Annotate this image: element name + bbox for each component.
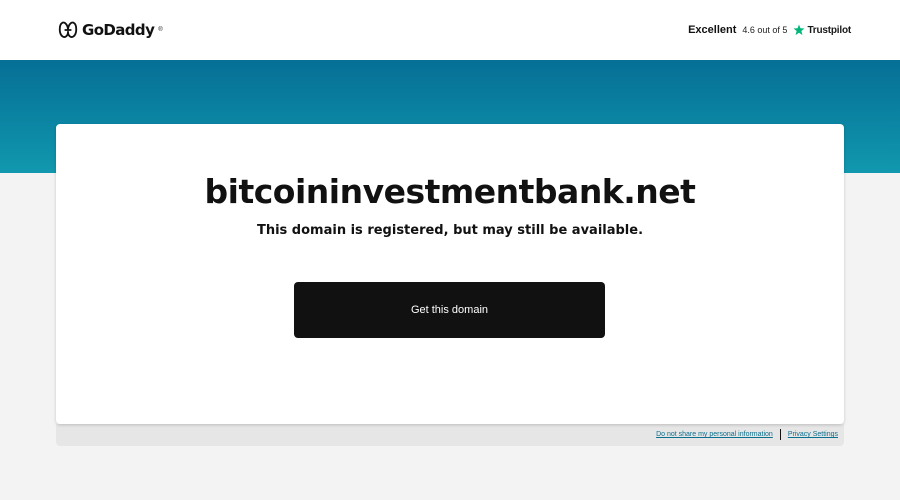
rating-score: 4.6 out of 5	[742, 25, 788, 35]
domain-name: bitcoininvestmentbank.net	[204, 172, 696, 211]
trustpilot-brand: Trustpilot	[793, 24, 851, 36]
trustpilot-rating[interactable]: Excellent 4.6 out of 5 Trustpilot	[688, 24, 851, 36]
logo-trademark: ®	[158, 27, 163, 33]
get-this-domain-button[interactable]: Get this domain	[294, 282, 605, 338]
logo-text: GoDaddy	[82, 21, 155, 39]
trustpilot-label: Trustpilot	[807, 24, 851, 36]
do-not-share-link[interactable]: Do not share my personal information	[656, 431, 773, 438]
footer-divider	[779, 429, 781, 440]
footer-links: Do not share my personal information Pri…	[656, 429, 838, 440]
godaddy-logo[interactable]: GoDaddy ®	[57, 19, 163, 41]
godaddy-logo-icon	[58, 21, 78, 38]
availability-message: This domain is registered, but may still…	[256, 223, 644, 238]
rating-label: Excellent	[688, 24, 737, 36]
trustpilot-star-icon	[793, 24, 805, 35]
top-header: GoDaddy ® Excellent 4.6 out of 5 Trustpil…	[0, 0, 900, 60]
domain-card: bitcoininvestmentbank.net This domain is…	[56, 124, 844, 424]
privacy-settings-link[interactable]: Privacy Settings	[788, 431, 838, 438]
